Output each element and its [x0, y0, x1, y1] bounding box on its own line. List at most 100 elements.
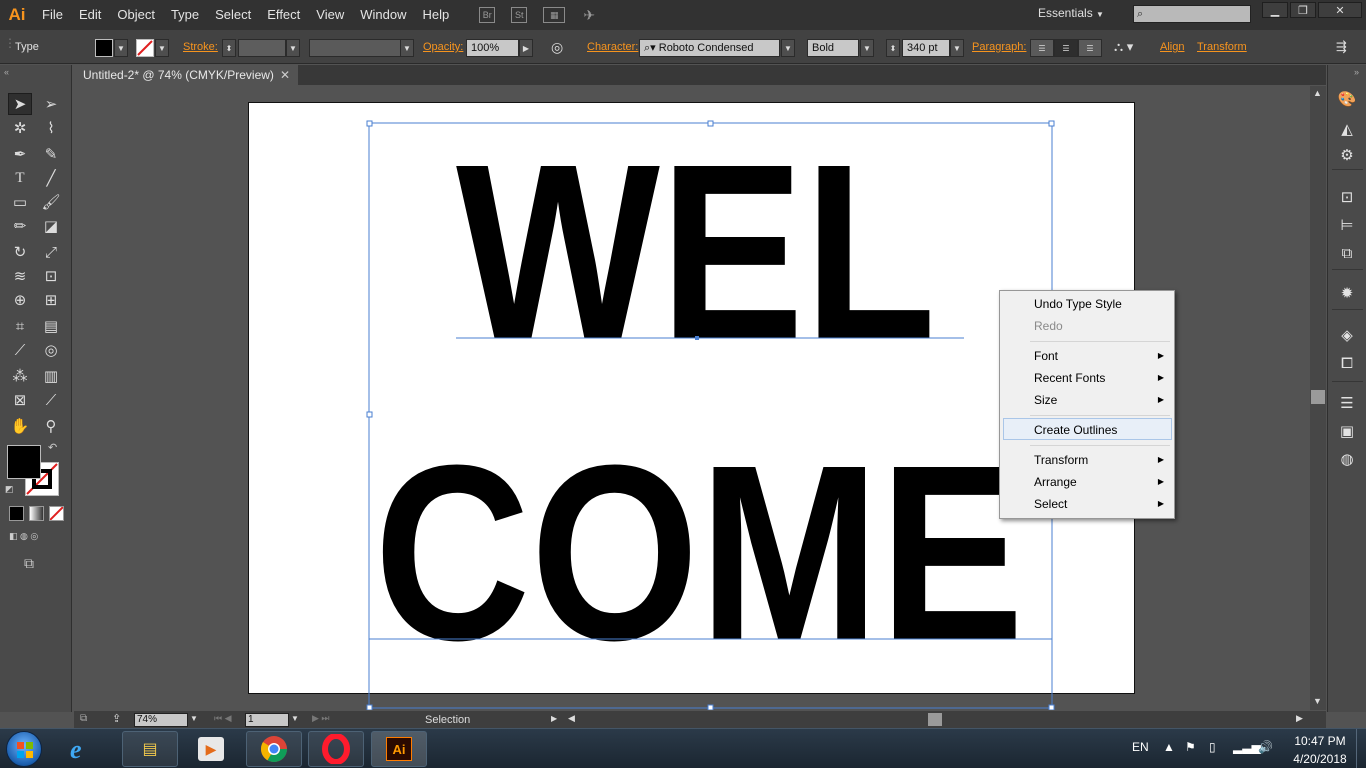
expand-panels-icon[interactable]: » [1354, 67, 1359, 77]
workspace-switcher[interactable]: Essentials ▼ [1038, 6, 1104, 20]
appearance-icon[interactable]: ✹ [1336, 283, 1358, 303]
share-icon[interactable]: ⇪ [112, 712, 121, 725]
status-text[interactable]: Selection [425, 714, 470, 726]
libraries-icon[interactable]: ⚙ [1336, 145, 1358, 165]
fill-dropdown[interactable]: ▼ [114, 39, 128, 57]
menu-effect[interactable]: Effect [259, 0, 308, 30]
document-tab[interactable]: Untitled-2* @ 74% (CMYK/Preview) ✕ [74, 65, 298, 85]
close-button[interactable]: ✕ [1318, 2, 1362, 18]
layers-icon[interactable]: ◈ [1336, 325, 1358, 345]
stroke-weight-dropdown[interactable]: ▼ [286, 39, 300, 57]
default-colors-icon[interactable]: ◩ [5, 484, 14, 495]
artboards-icon[interactable]: ⧠ [1336, 353, 1358, 373]
menu-window[interactable]: Window [352, 0, 414, 30]
eyedropper-tool-icon[interactable]: ⟋ [8, 339, 32, 361]
clock-time[interactable]: 10:47 PM [1285, 734, 1355, 748]
rectangle-tool-icon[interactable]: ▭ [8, 191, 32, 213]
align-link[interactable]: Align [1160, 41, 1184, 53]
file-explorer-icon[interactable]: ▤ [122, 731, 178, 767]
close-tab-icon[interactable]: ✕ [280, 65, 290, 85]
rotate-tool-icon[interactable]: ↻ [8, 241, 32, 263]
envelope-warp-icon[interactable]: ⛬ ▾ [1114, 39, 1133, 55]
align-center-icon[interactable]: ☰ [1054, 39, 1078, 57]
transparency-icon[interactable]: ◍ [1336, 449, 1358, 469]
menu-item-recent-fonts[interactable]: Recent Fonts ▶ [1000, 367, 1174, 389]
artboard-number-field[interactable]: 1 [245, 713, 289, 727]
menu-view[interactable]: View [308, 0, 352, 30]
chrome-taskbar-button[interactable] [246, 731, 302, 767]
device-icon[interactable]: ▯ [1209, 740, 1216, 754]
font-style-field[interactable]: Bold [807, 39, 859, 57]
color-mode-icon[interactable] [9, 506, 24, 521]
scroll-down-icon[interactable]: ▼ [1313, 696, 1322, 706]
artboard-dropdown-icon[interactable]: ▼ [291, 714, 299, 723]
slice-tool-icon[interactable]: ⟋ [39, 389, 63, 411]
menu-select[interactable]: Select [207, 0, 259, 30]
volume-icon[interactable]: 🔊 [1258, 740, 1273, 754]
none-mode-icon[interactable] [49, 506, 64, 521]
screen-mode-icon[interactable]: ⧉ [24, 555, 34, 572]
lasso-tool-icon[interactable]: ⌇ [39, 117, 63, 139]
artboard-tool-icon[interactable]: ⊠ [8, 389, 32, 411]
stock-icon[interactable]: St [511, 7, 528, 23]
stroke-label[interactable]: Stroke: [183, 41, 218, 53]
transform-panel-icon[interactable]: ⊡ [1336, 187, 1358, 207]
profile-dropdown[interactable]: ▼ [400, 39, 414, 57]
type-tool-icon[interactable]: T [8, 167, 32, 189]
fill-swatch[interactable] [95, 39, 113, 57]
arrange-documents-icon[interactable]: ▦ [543, 7, 566, 23]
zoom-dropdown-icon[interactable]: ▼ [190, 714, 198, 723]
horizontal-scroll-thumb[interactable] [928, 713, 942, 726]
pen-tool-icon[interactable]: ✒ [8, 143, 32, 165]
curvature-tool-icon[interactable]: ✎ [39, 143, 63, 165]
scroll-up-icon[interactable]: ▲ [1313, 88, 1322, 98]
menu-type[interactable]: Type [163, 0, 207, 30]
opera-taskbar-button[interactable] [308, 731, 364, 767]
swap-colors-icon[interactable]: ↶ [48, 441, 57, 454]
menu-item-transform[interactable]: Transform ▶ [1000, 449, 1174, 471]
first-artboard-icon[interactable]: ⏮ ◀ [214, 713, 232, 724]
collapse-panel-icon[interactable]: « [4, 67, 9, 77]
status-menu-icon[interactable]: ▶ [551, 714, 557, 723]
zoom-field[interactable]: 74% [134, 713, 188, 727]
font-family-field[interactable]: ⌕▾ Roboto Condensed [639, 39, 780, 57]
zoom-tool-icon[interactable]: ⚲ [39, 415, 63, 437]
transform-link[interactable]: Transform [1197, 41, 1247, 53]
font-size-field[interactable]: 340 pt [902, 39, 950, 57]
panel-menu-icon[interactable]: ⇶ [1336, 39, 1347, 55]
shape-builder-tool-icon[interactable]: ⊕ [8, 289, 32, 311]
hand-tool-icon[interactable]: ✋ [8, 415, 32, 437]
menu-item-size[interactable]: Size ▶ [1000, 389, 1174, 411]
last-artboard-icon[interactable]: ▶ ⏭ [312, 713, 330, 724]
character-label[interactable]: Character: [587, 41, 638, 53]
clock-date[interactable]: 4/20/2018 [1285, 752, 1355, 766]
magic-wand-tool-icon[interactable]: ✲ [8, 117, 32, 139]
show-desktop-button[interactable] [1356, 729, 1366, 768]
menu-edit[interactable]: Edit [71, 0, 109, 30]
scroll-right-icon[interactable]: ▶ [1296, 713, 1303, 724]
paintbrush-tool-icon[interactable]: 🖌 [39, 191, 63, 213]
gradient-mode-icon[interactable] [29, 506, 44, 521]
line-segment-tool-icon[interactable]: ╱ [39, 167, 63, 189]
align-right-icon[interactable]: ☰ [1078, 39, 1102, 57]
minimize-button[interactable]: ▁ [1262, 2, 1288, 18]
column-graph-tool-icon[interactable]: ▥ [39, 365, 63, 387]
font-style-dropdown[interactable]: ▼ [860, 39, 874, 57]
free-transform-tool-icon[interactable]: ⊡ [39, 265, 63, 287]
stroke-weight-stepper[interactable]: ⬍ [222, 39, 236, 57]
stroke-swatch[interactable] [136, 39, 154, 57]
eraser-tool-icon[interactable]: ◪ [39, 215, 63, 237]
menu-file[interactable]: File [34, 0, 71, 30]
blend-tool-icon[interactable]: ◎ [39, 339, 63, 361]
help-search-input[interactable]: ⌕ [1133, 5, 1251, 23]
bridge-icon[interactable]: Br [479, 7, 496, 23]
menu-item-create-outlines[interactable]: Create Outlines [1003, 418, 1172, 440]
scale-tool-icon[interactable]: ⤢ [39, 241, 63, 263]
menu-object[interactable]: Object [109, 0, 163, 30]
color-guide-icon[interactable]: ◭ [1336, 119, 1358, 139]
font-size-stepper[interactable]: ⬍ [886, 39, 900, 57]
draw-mode-icons[interactable]: ◧ ◍ ◎ [9, 531, 65, 543]
fill-color-front[interactable] [7, 445, 41, 479]
width-tool-icon[interactable]: ≋ [8, 265, 32, 287]
language-indicator[interactable]: EN [1132, 740, 1149, 754]
